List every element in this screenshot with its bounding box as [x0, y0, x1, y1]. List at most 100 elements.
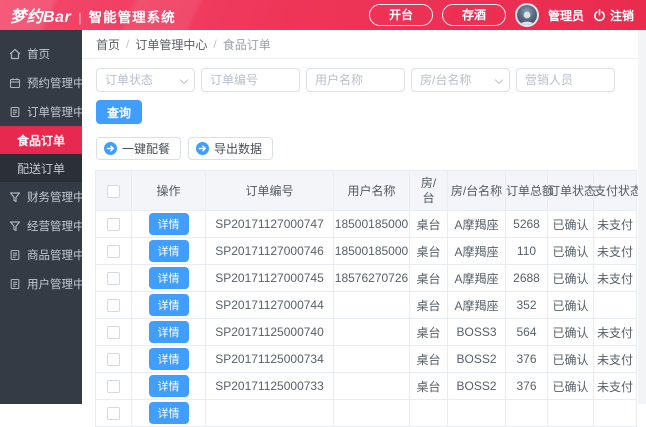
- breadcrumb-item-订单管理中心[interactable]: 订单管理中心: [135, 36, 207, 53]
- page-scrollbar[interactable]: [638, 30, 646, 404]
- sidebar-item-财务管理中心[interactable]: 财务管理中心: [0, 182, 96, 211]
- detail-button[interactable]: 详情: [148, 321, 189, 343]
- sidebar: 首页 预约管理中心 订单管理中心 食品订单 配送订单 财务管理中心 经营管理中心…: [0, 30, 96, 404]
- file-icon: [9, 106, 21, 118]
- breadcrumb-separator: /: [126, 37, 130, 51]
- search-button[interactable]: 查询: [96, 100, 142, 124]
- table-row: 详情 SP20171127000744 桌台 A摩羯座 352 已确认: [95, 291, 637, 319]
- table-body: 详情 SP20171127000747 18500185000 桌台 A摩羯座 …: [95, 210, 637, 427]
- row-checkbox[interactable]: [107, 245, 120, 259]
- col-user-name: 用户名称: [333, 170, 410, 211]
- export-data-button[interactable]: 导出数据: [188, 137, 274, 160]
- room-name-cell: A摩羯座: [447, 237, 506, 265]
- row-checkbox[interactable]: [107, 218, 120, 232]
- select-all-cell: [95, 170, 132, 211]
- filter-bar: [96, 68, 638, 92]
- detail-button[interactable]: 详情: [148, 294, 189, 316]
- pay-status-cell: 未支付: [593, 210, 637, 238]
- order-total-cell: 376: [505, 345, 548, 373]
- store-wine-button[interactable]: 存酒: [441, 4, 506, 26]
- row-select-cell: [95, 345, 132, 373]
- pay-status-cell: 未支付: [593, 318, 637, 346]
- detail-button[interactable]: 详情: [148, 213, 189, 235]
- user-name-cell: [333, 372, 410, 400]
- marketer-field[interactable]: [516, 68, 615, 92]
- logout-button[interactable]: 注销: [593, 7, 634, 24]
- operation-cell: 详情: [131, 237, 206, 265]
- top-header: 梦约Bar | 智能管理系统 开台 存酒 管理员 注销: [0, 0, 646, 30]
- order-no-cell: SP20171127000747: [205, 210, 334, 238]
- order-no-cell: SP20171125000734: [205, 345, 334, 373]
- detail-button[interactable]: 详情: [148, 402, 189, 424]
- room-name-cell: A摩羯座: [447, 291, 506, 319]
- user-name-cell: [333, 345, 410, 373]
- breadcrumb-item-首页[interactable]: 首页: [96, 36, 120, 53]
- order-status-select[interactable]: [96, 68, 195, 92]
- room-type-cell: 桌台: [409, 291, 448, 319]
- main-content: 首页 / 订单管理中心 / 食品订单 查询 一键配餐: [82, 30, 642, 427]
- pay-status-cell: 未支付: [593, 237, 637, 265]
- user-name-input[interactable]: [306, 68, 405, 92]
- order-no-cell: SP20171125000740: [205, 318, 334, 346]
- sidebar-item-label: 食品订单: [16, 133, 65, 148]
- sidebar-item-配送订单[interactable]: 配送订单: [0, 154, 82, 182]
- order-no-field[interactable]: [201, 68, 300, 92]
- one-key-dispatch-button[interactable]: 一键配餐: [96, 137, 182, 160]
- system-title: 智能管理系统: [88, 10, 176, 25]
- sidebar-item-食品订单[interactable]: 食品订单: [0, 126, 82, 154]
- row-checkbox[interactable]: [107, 353, 120, 367]
- export-arrow-icon: [196, 142, 210, 155]
- room-type-cell: 桌台: [409, 318, 448, 346]
- select-all-checkbox[interactable]: [107, 184, 120, 198]
- room-type-cell: 桌台: [409, 264, 448, 292]
- user-avatar[interactable]: [514, 3, 539, 27]
- room-type-cell: 桌台: [409, 372, 448, 400]
- user-name-cell: 18500185000: [333, 210, 410, 238]
- order-status-cell: 已确认: [547, 291, 594, 319]
- room-name-select[interactable]: [411, 68, 510, 92]
- row-select-cell: [95, 291, 132, 319]
- marketer-input[interactable]: [516, 68, 615, 92]
- sidebar-item-商品管理中心[interactable]: 商品管理中心: [0, 240, 96, 269]
- sidebar-item-首页[interactable]: 首页: [0, 39, 82, 68]
- sidebar-item-预约管理中心[interactable]: 预约管理中心: [0, 68, 96, 97]
- row-select-cell: [95, 210, 132, 238]
- detail-button[interactable]: 详情: [148, 267, 189, 289]
- action-toolbar: 一键配餐 导出数据: [96, 137, 638, 160]
- row-checkbox[interactable]: [107, 380, 120, 394]
- table-row: 详情 SP20171127000747 18500185000 桌台 A摩羯座 …: [95, 210, 637, 238]
- sidebar-item-用户管理中心[interactable]: 用户管理中心: [0, 269, 96, 298]
- sidebar-item-经营管理中心[interactable]: 经营管理中心: [0, 211, 96, 240]
- breadcrumb: 首页 / 订单管理中心 / 食品订单: [82, 30, 638, 59]
- pay-status-cell: 未支付: [593, 372, 637, 400]
- order-status-input[interactable]: [96, 68, 195, 92]
- pay-status-cell: 未支付: [593, 264, 637, 292]
- row-checkbox[interactable]: [107, 299, 120, 313]
- room-name-cell: A摩羯座: [447, 264, 506, 292]
- header-actions: 开台 存酒 管理员 注销: [368, 3, 646, 27]
- row-checkbox[interactable]: [107, 272, 120, 286]
- detail-button[interactable]: 详情: [148, 375, 189, 397]
- row-checkbox[interactable]: [107, 407, 120, 421]
- detail-button[interactable]: 详情: [148, 240, 189, 262]
- operation-cell: 详情: [131, 291, 206, 319]
- row-select-cell: [95, 264, 132, 292]
- row-select-cell: [95, 237, 132, 265]
- room-name-input[interactable]: [411, 68, 510, 92]
- order-total-cell: 352: [505, 291, 548, 319]
- table-row: 详情 SP20171127000745 18576270726 桌台 A摩羯座 …: [95, 264, 637, 292]
- operation-cell: 详情: [131, 345, 206, 373]
- row-checkbox[interactable]: [107, 326, 120, 340]
- detail-button[interactable]: 详情: [148, 348, 189, 370]
- sidebar-item-订单管理中心[interactable]: 订单管理中心: [0, 97, 96, 126]
- breadcrumb-item-食品订单: 食品订单: [222, 37, 271, 52]
- sidebar-item-label: 配送订单: [16, 161, 65, 176]
- user-name-field[interactable]: [306, 68, 405, 92]
- order-status-cell: 已确认: [547, 264, 594, 292]
- table-row: 详情 SP20171125000740 桌台 BOSS3 564 已确认 未支付: [95, 318, 637, 346]
- col-pay-status: 支付状态: [593, 170, 642, 211]
- user-name-cell: [333, 318, 410, 346]
- order-no-input[interactable]: [201, 68, 300, 92]
- open-table-button[interactable]: 开台: [368, 4, 433, 26]
- funnel-icon: [9, 191, 21, 203]
